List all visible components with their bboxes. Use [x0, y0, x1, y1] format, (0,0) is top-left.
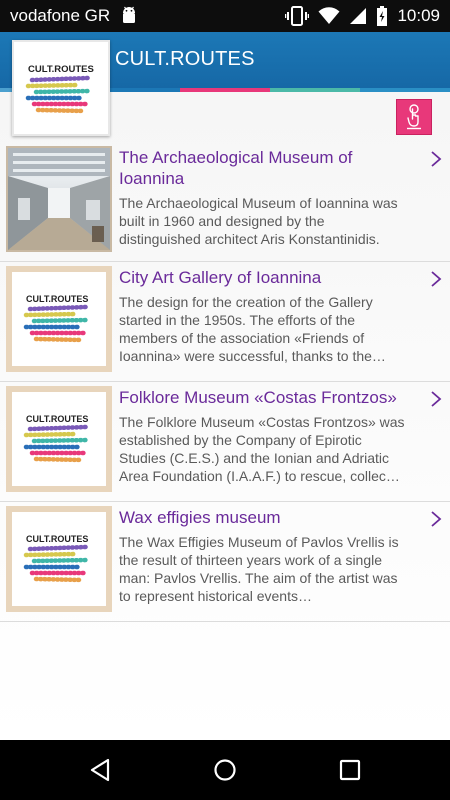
svg-text:CULT.ROUTES: CULT.ROUTES: [28, 64, 94, 75]
item-description: The Folklore Museum «Costas Frontzos» wa…: [119, 414, 405, 484]
clock: 10:09: [397, 6, 440, 25]
recents-button[interactable]: [334, 754, 366, 786]
content-area: The Archaeological Museum of Ioannina Th…: [0, 92, 450, 740]
cult-routes-logo-thumb: CULT.ROUTES: [6, 266, 112, 372]
item-title: The Archaeological Museum of Ioannina: [119, 148, 353, 188]
cult-routes-logo-icon: CULT.ROUTES: [25, 64, 94, 114]
svg-text:CULT.ROUTES: CULT.ROUTES: [26, 534, 88, 544]
list-item[interactable]: CULT.ROUTES City Art Gallery of Ioannina…: [0, 262, 450, 382]
museum-photo: [6, 146, 112, 252]
android-debug-icon: [123, 6, 135, 23]
signal-icon: [350, 8, 367, 24]
chevron-right-icon: [431, 511, 442, 527]
item-description: The design for the creation of the Galle…: [119, 294, 386, 364]
app-logo[interactable]: CULT.ROUTES: [12, 40, 110, 136]
home-circle-icon: [214, 759, 236, 781]
status-icons: 10:09: [285, 0, 440, 32]
system-nav-bar: [0, 740, 450, 800]
carrier-label: vodafone GR: [10, 6, 111, 25]
item-title: City Art Gallery of Ioannina: [119, 268, 322, 287]
item-title: Wax effigies museum: [119, 508, 281, 527]
cult-routes-logo-thumb: CULT.ROUTES: [6, 506, 112, 612]
wifi-icon: [318, 7, 340, 24]
status-bar: vodafone GR 10:09: [0, 0, 450, 32]
chevron-right-icon: [431, 151, 442, 167]
item-description: The Wax Effigies Museum of Pavlos Vrelli…: [119, 534, 399, 604]
item-title: Folklore Museum «Costas Frontzos»: [119, 388, 397, 407]
app-title: CULT.ROUTES: [115, 48, 255, 70]
battery-icon: [377, 6, 388, 26]
share-button[interactable]: [396, 99, 432, 135]
list-item[interactable]: CULT.ROUTES Folklore Museum «Costas Fron…: [0, 382, 450, 502]
recents-square-icon: [339, 759, 361, 781]
list-item[interactable]: CULT.ROUTES Wax effigies museum The Wax …: [0, 502, 450, 622]
museum-list: The Archaeological Museum of Ioannina Th…: [0, 142, 450, 622]
svg-text:CULT.ROUTES: CULT.ROUTES: [26, 294, 88, 304]
list-item[interactable]: The Archaeological Museum of Ioannina Th…: [0, 142, 450, 262]
svg-text:CULT.ROUTES: CULT.ROUTES: [26, 414, 88, 424]
chevron-right-icon: [431, 391, 442, 407]
hand-share-icon: [407, 104, 421, 130]
cult-routes-logo-thumb: CULT.ROUTES: [6, 386, 112, 492]
chevron-right-icon: [431, 271, 442, 287]
back-triangle-icon: [90, 758, 110, 782]
home-button[interactable]: [209, 754, 241, 786]
back-button[interactable]: [84, 754, 116, 786]
item-description: The Archaeological Museum of Ioannina wa…: [119, 195, 398, 247]
vibrate-icon: [285, 6, 310, 26]
